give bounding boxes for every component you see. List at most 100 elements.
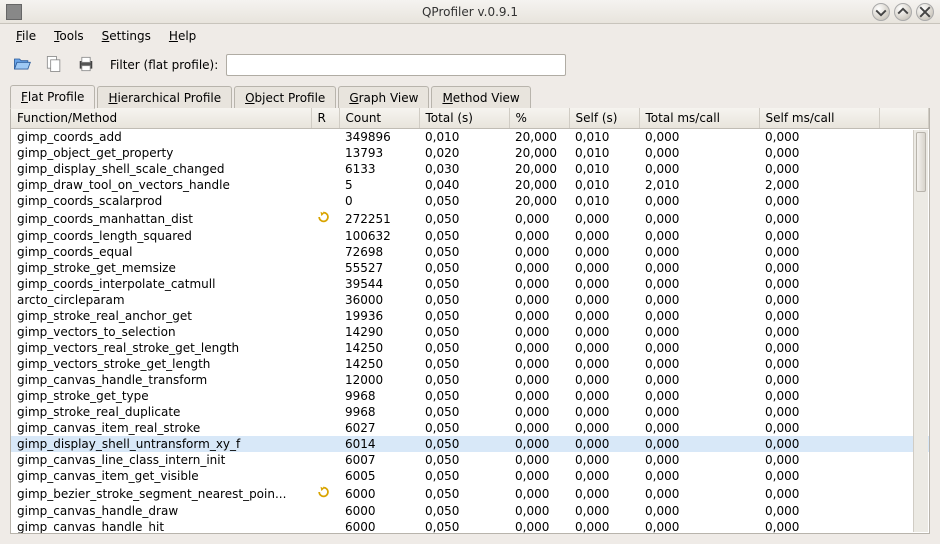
cell-pct: 0,000 (509, 276, 569, 292)
table-row[interactable]: gimp_vectors_real_stroke_get_length14250… (11, 340, 929, 356)
cell-function: gimp_stroke_get_type (11, 388, 311, 404)
table-row[interactable]: arcto_circleparam360000,0500,0000,0000,0… (11, 292, 929, 308)
cell-r (311, 276, 339, 292)
cell-function: gimp_coords_manhattan_dist (11, 209, 311, 228)
scrollbar-thumb[interactable] (916, 132, 926, 192)
table-row[interactable]: gimp_coords_scalarprod00,05020,0000,0100… (11, 193, 929, 209)
menu-help[interactable]: Help (161, 26, 204, 46)
cell-total: 0,050 (419, 519, 509, 533)
cell-pct: 0,000 (509, 503, 569, 519)
cell-r (311, 260, 339, 276)
table-row[interactable]: gimp_canvas_item_get_visible60050,0500,0… (11, 468, 929, 484)
col-header-self[interactable]: Self (s) (569, 108, 639, 129)
table-row[interactable]: gimp_stroke_real_anchor_get199360,0500,0… (11, 308, 929, 324)
print-button[interactable] (74, 53, 98, 77)
cell-function: gimp_coords_scalarprod (11, 193, 311, 209)
table-row[interactable]: gimp_bezier_stroke_segment_nearest_poin.… (11, 484, 929, 503)
cell-pct: 0,000 (509, 519, 569, 533)
cell-function: gimp_canvas_handle_hit (11, 519, 311, 533)
table-row[interactable]: gimp_canvas_item_real_stroke60270,0500,0… (11, 420, 929, 436)
table-row[interactable]: gimp_canvas_handle_draw60000,0500,0000,0… (11, 503, 929, 519)
copy-button[interactable] (42, 53, 66, 77)
cell-tmc: 0,000 (639, 260, 759, 276)
cell-tmc: 0,000 (639, 340, 759, 356)
cell-r (311, 209, 339, 228)
col-header-total[interactable]: Total (s) (419, 108, 509, 129)
table-row[interactable]: gimp_canvas_handle_hit60000,0500,0000,00… (11, 519, 929, 533)
cell-smc: 0,000 (759, 356, 879, 372)
tab-graph-view[interactable]: Graph View (338, 86, 429, 109)
col-header-pct[interactable]: % (509, 108, 569, 129)
cell-r (311, 228, 339, 244)
cell-function: gimp_coords_add (11, 129, 311, 146)
cell-pct: 0,000 (509, 340, 569, 356)
tab-object-profile[interactable]: Object Profile (234, 86, 336, 109)
table-row[interactable]: gimp_canvas_handle_transform120000,0500,… (11, 372, 929, 388)
col-header-total-ms-call[interactable]: Total ms/call (639, 108, 759, 129)
table-row[interactable]: gimp_display_shell_scale_changed61330,03… (11, 161, 929, 177)
cell-smc: 0,000 (759, 420, 879, 436)
table-row[interactable]: gimp_stroke_get_type99680,0500,0000,0000… (11, 388, 929, 404)
cell-count: 6027 (339, 420, 419, 436)
cell-total: 0,050 (419, 193, 509, 209)
minimize-button[interactable] (872, 3, 890, 21)
table-row[interactable]: gimp_draw_tool_on_vectors_handle50,04020… (11, 177, 929, 193)
table-row[interactable]: gimp_stroke_real_duplicate99680,0500,000… (11, 404, 929, 420)
cell-tmc: 0,000 (639, 519, 759, 533)
cell-count: 6000 (339, 503, 419, 519)
table-row[interactable]: gimp_coords_length_squared1006320,0500,0… (11, 228, 929, 244)
app-icon (6, 4, 22, 20)
menu-tools[interactable]: Tools (46, 26, 92, 46)
cell-total: 0,050 (419, 404, 509, 420)
cell-smc: 0,000 (759, 468, 879, 484)
cell-count: 100632 (339, 228, 419, 244)
menu-file[interactable]: File (8, 26, 44, 46)
cell-total: 0,050 (419, 209, 509, 228)
table-row[interactable]: gimp_coords_interpolate_catmull395440,05… (11, 276, 929, 292)
cell-self: 0,000 (569, 420, 639, 436)
tab-hierarchical-profile[interactable]: Hierarchical Profile (97, 86, 232, 109)
cell-smc: 0,000 (759, 404, 879, 420)
cell-r (311, 340, 339, 356)
cell-self: 0,000 (569, 324, 639, 340)
table-row[interactable]: gimp_vectors_to_selection142900,0500,000… (11, 324, 929, 340)
table-row[interactable]: gimp_coords_equal726980,0500,0000,0000,0… (11, 244, 929, 260)
filter-input[interactable] (226, 54, 566, 76)
cell-tmc: 0,000 (639, 244, 759, 260)
cell-tmc: 0,000 (639, 356, 759, 372)
cell-r (311, 292, 339, 308)
cell-r (311, 244, 339, 260)
col-header-r[interactable]: R (311, 108, 339, 129)
cell-tmc: 0,000 (639, 436, 759, 452)
cell-tmc: 0,000 (639, 193, 759, 209)
tab-flat-profile[interactable]: Flat Profile (10, 85, 95, 109)
tab-label: Flat Profile (21, 90, 84, 104)
tab-method-view[interactable]: Method View (431, 86, 530, 109)
table-row[interactable]: gimp_stroke_get_memsize555270,0500,0000,… (11, 260, 929, 276)
table-row[interactable]: gimp_coords_add3498960,01020,0000,0100,0… (11, 129, 929, 146)
menu-settings[interactable]: Settings (94, 26, 159, 46)
col-header-function[interactable]: Function/Method (11, 108, 311, 129)
cell-total: 0,050 (419, 324, 509, 340)
close-button[interactable] (916, 3, 934, 21)
col-header-self-ms-call[interactable]: Self ms/call (759, 108, 879, 129)
cell-self: 0,010 (569, 193, 639, 209)
cell-function: gimp_bezier_stroke_segment_nearest_poin.… (11, 484, 311, 503)
table-row[interactable]: gimp_coords_manhattan_dist2722510,0500,0… (11, 209, 929, 228)
cell-total: 0,050 (419, 420, 509, 436)
cell-function: gimp_canvas_handle_draw (11, 503, 311, 519)
recursive-icon (317, 210, 331, 224)
vertical-scrollbar[interactable] (913, 130, 928, 532)
cell-function: arcto_circleparam (11, 292, 311, 308)
table-row[interactable]: gimp_object_get_property137930,02020,000… (11, 145, 929, 161)
table-row[interactable]: gimp_display_shell_untransform_xy_f60140… (11, 436, 929, 452)
open-button[interactable] (10, 53, 34, 77)
cell-count: 6014 (339, 436, 419, 452)
table-row[interactable]: gimp_vectors_stroke_get_length142500,050… (11, 356, 929, 372)
col-header-count[interactable]: Count (339, 108, 419, 129)
cell-tmc: 0,000 (639, 292, 759, 308)
maximize-button[interactable] (894, 3, 912, 21)
cell-r (311, 452, 339, 468)
table-row[interactable]: gimp_canvas_line_class_intern_init60070,… (11, 452, 929, 468)
cell-smc: 0,000 (759, 340, 879, 356)
